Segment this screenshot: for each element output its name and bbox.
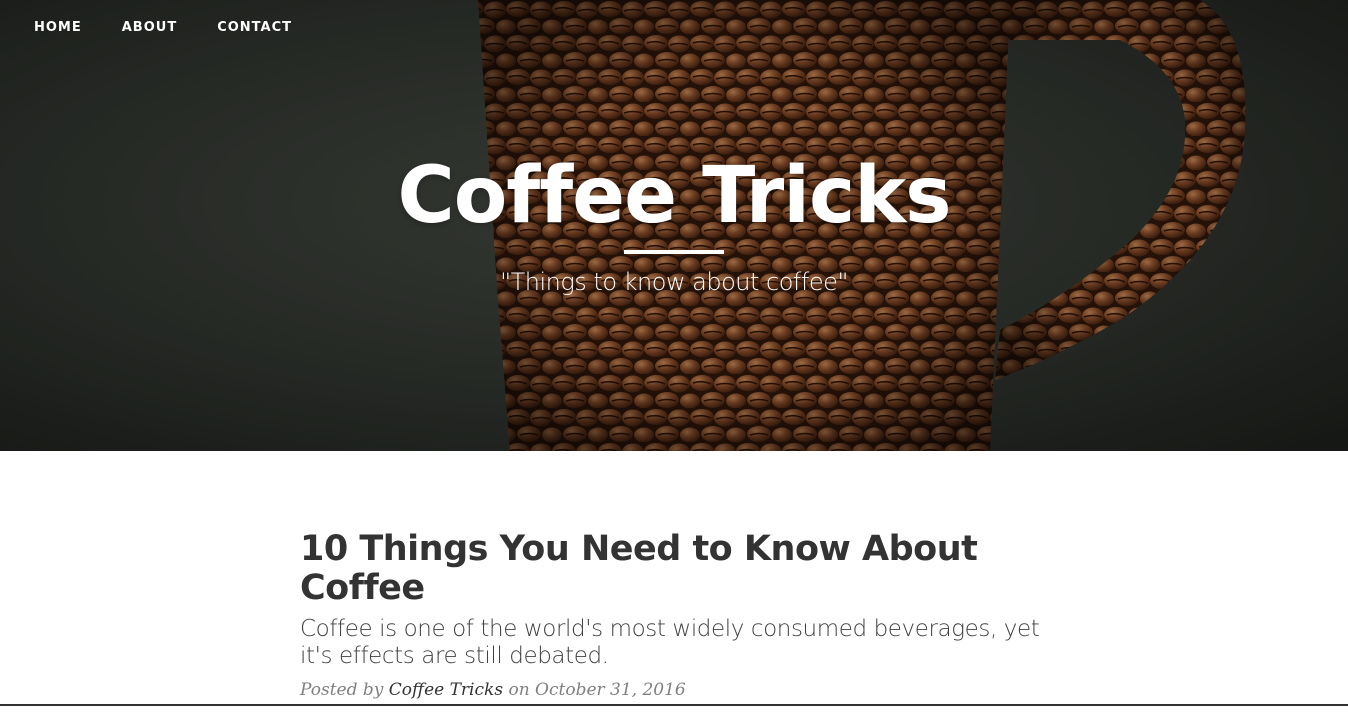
post-meta-prefix: Posted by xyxy=(300,680,384,700)
nav-home-link[interactable]: HOME xyxy=(34,20,82,36)
site-heading: Coffee Tricks "Things to know about coff… xyxy=(0,148,1348,296)
site-title: Coffee Tricks xyxy=(397,151,951,241)
post-author-link[interactable]: Coffee Tricks xyxy=(389,680,503,700)
post-date: October 31, 2016 xyxy=(535,680,686,700)
site-tagline: "Things to know about coffee" xyxy=(500,268,848,296)
post-title[interactable]: 10 Things You Need to Know About Coffee xyxy=(300,530,1060,608)
nav-contact-link[interactable]: CONTACT xyxy=(217,20,292,36)
post-subtitle[interactable]: Coffee is one of the world's most widely… xyxy=(300,616,1060,670)
main-navigation: HOME ABOUT CONTACT xyxy=(34,20,332,36)
post-preview: 10 Things You Need to Know About Coffee … xyxy=(300,530,1060,701)
post-meta: Posted by Coffee Tricks on October 31, 2… xyxy=(300,680,1060,700)
title-divider xyxy=(624,250,724,254)
post-list: 10 Things You Need to Know About Coffee … xyxy=(300,530,1060,717)
post-link[interactable]: 10 Things You Need to Know About Coffee … xyxy=(300,530,1060,670)
hero-header: HOME ABOUT CONTACT Coffee Tricks "Things… xyxy=(0,0,1348,451)
nav-about-link[interactable]: ABOUT xyxy=(122,20,177,36)
post-meta-on: on xyxy=(508,680,530,700)
